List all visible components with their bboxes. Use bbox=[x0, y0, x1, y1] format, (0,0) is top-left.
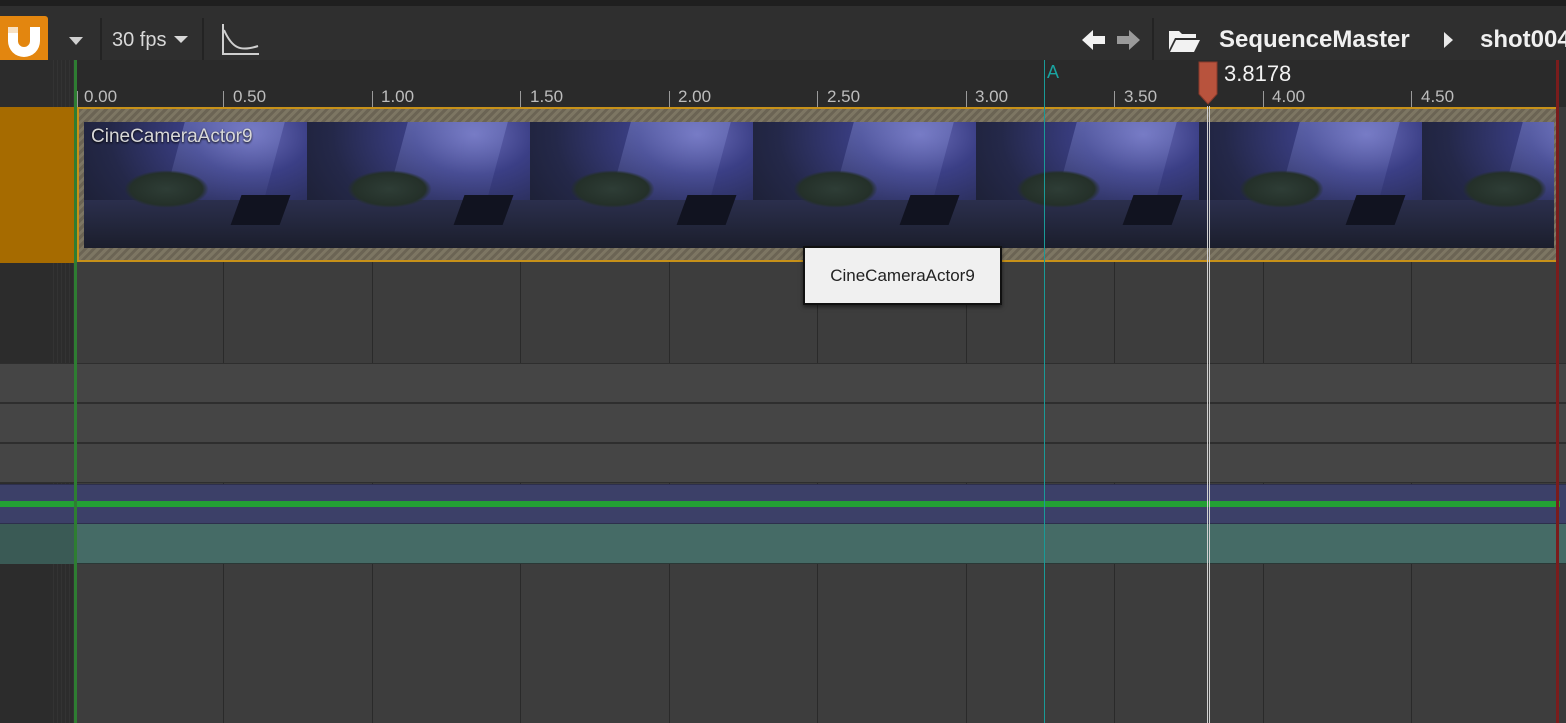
ruler-tick-label: 3.50 bbox=[1124, 87, 1158, 106]
track-row[interactable] bbox=[0, 443, 1566, 483]
folder-open-icon bbox=[1169, 31, 1200, 52]
magnet-icon bbox=[8, 27, 40, 57]
chevron-down-icon bbox=[174, 36, 188, 43]
ruler-tick bbox=[966, 91, 967, 107]
breadcrumb-sequence-master[interactable]: SequenceMaster bbox=[1219, 22, 1410, 58]
fade-track-row[interactable] bbox=[0, 524, 1566, 564]
playhead-time-readout: 3.8178 bbox=[1224, 61, 1292, 86]
camera-cut-track: CineCameraActor9 bbox=[0, 107, 1566, 263]
sequence-browser-button[interactable] bbox=[1166, 24, 1202, 56]
camera-thumbnail bbox=[1422, 122, 1554, 248]
ruler-tick-label: 4.50 bbox=[1421, 87, 1455, 106]
ruler-tick-label: 0.00 bbox=[84, 87, 118, 106]
framerate-label: 30 fps bbox=[112, 29, 167, 51]
toolbar-separator bbox=[100, 18, 102, 62]
playhead-handle[interactable] bbox=[1197, 60, 1219, 106]
playback-end-line[interactable] bbox=[1556, 60, 1559, 723]
ruler-tick-label: 1.50 bbox=[530, 87, 564, 106]
snap-toggle-button[interactable] bbox=[0, 16, 48, 64]
tooltip: CineCameraActor9 bbox=[803, 246, 1002, 305]
playhead-icon bbox=[1198, 61, 1218, 105]
ruler-tick bbox=[520, 91, 521, 107]
framerate-dropdown[interactable]: 30 fps bbox=[104, 20, 196, 60]
camera-thumbnail bbox=[530, 122, 753, 248]
navigate-back-button[interactable] bbox=[1078, 24, 1110, 56]
ruler-tick-label: 2.50 bbox=[827, 87, 861, 106]
ruler-tick bbox=[77, 91, 78, 107]
ruler-tick bbox=[1411, 91, 1412, 107]
camera-thumbnail bbox=[307, 122, 530, 248]
chevron-down-icon bbox=[69, 37, 83, 45]
snap-options-dropdown[interactable] bbox=[62, 28, 90, 52]
marked-frame-line[interactable] bbox=[1044, 60, 1045, 723]
camera-thumbnail bbox=[1199, 122, 1422, 248]
fade-track-gutter bbox=[0, 524, 76, 564]
toolbar-separator bbox=[1152, 18, 1154, 62]
ruler-tick bbox=[223, 91, 224, 107]
toolbar-separator bbox=[202, 18, 204, 62]
navigate-forward-button[interactable] bbox=[1112, 24, 1144, 56]
track-row[interactable] bbox=[0, 403, 1566, 443]
sequencer-toolbar: 30 fps SequenceMaster shot004 bbox=[0, 0, 1566, 64]
curve-editor-button[interactable] bbox=[218, 20, 264, 60]
ruler-tick bbox=[1114, 91, 1115, 107]
ruler-tick-label: 3.00 bbox=[975, 87, 1009, 106]
camera-track-gutter bbox=[0, 107, 76, 263]
breadcrumb-arrow-icon bbox=[1444, 32, 1453, 48]
curve-editor-icon bbox=[222, 24, 259, 55]
camera-thumbnail-strip bbox=[84, 122, 1554, 248]
time-ruler[interactable]: 0.00 0.50 1.00 1.50 2.00 2.50 3.00 3.50 … bbox=[77, 60, 1566, 107]
ruler-tick-label: 4.00 bbox=[1272, 87, 1306, 106]
ruler-tick bbox=[817, 91, 818, 107]
breadcrumb-shot[interactable]: shot004 bbox=[1480, 22, 1566, 58]
camera-thumbnail bbox=[753, 122, 976, 248]
ruler-tick bbox=[1263, 91, 1264, 107]
playhead-line[interactable] bbox=[1207, 106, 1210, 723]
playback-start-line[interactable] bbox=[74, 60, 77, 723]
marked-frame-label[interactable]: A bbox=[1047, 62, 1059, 83]
ruler-tick-label: 2.00 bbox=[678, 87, 712, 106]
ruler-tick bbox=[669, 91, 670, 107]
arrow-left-icon bbox=[1082, 30, 1105, 50]
ruler-tick bbox=[372, 91, 373, 107]
arrow-right-icon bbox=[1117, 30, 1140, 50]
camera-clip-label: CineCameraActor9 bbox=[91, 126, 253, 147]
ruler-tick-label: 1.00 bbox=[381, 87, 415, 106]
track-row[interactable] bbox=[0, 363, 1566, 403]
event-track-line bbox=[0, 501, 1560, 507]
camera-thumbnail bbox=[976, 122, 1199, 248]
ruler-tick-label: 0.50 bbox=[233, 87, 267, 106]
camera-section-clip[interactable]: CineCameraActor9 bbox=[77, 107, 1558, 262]
